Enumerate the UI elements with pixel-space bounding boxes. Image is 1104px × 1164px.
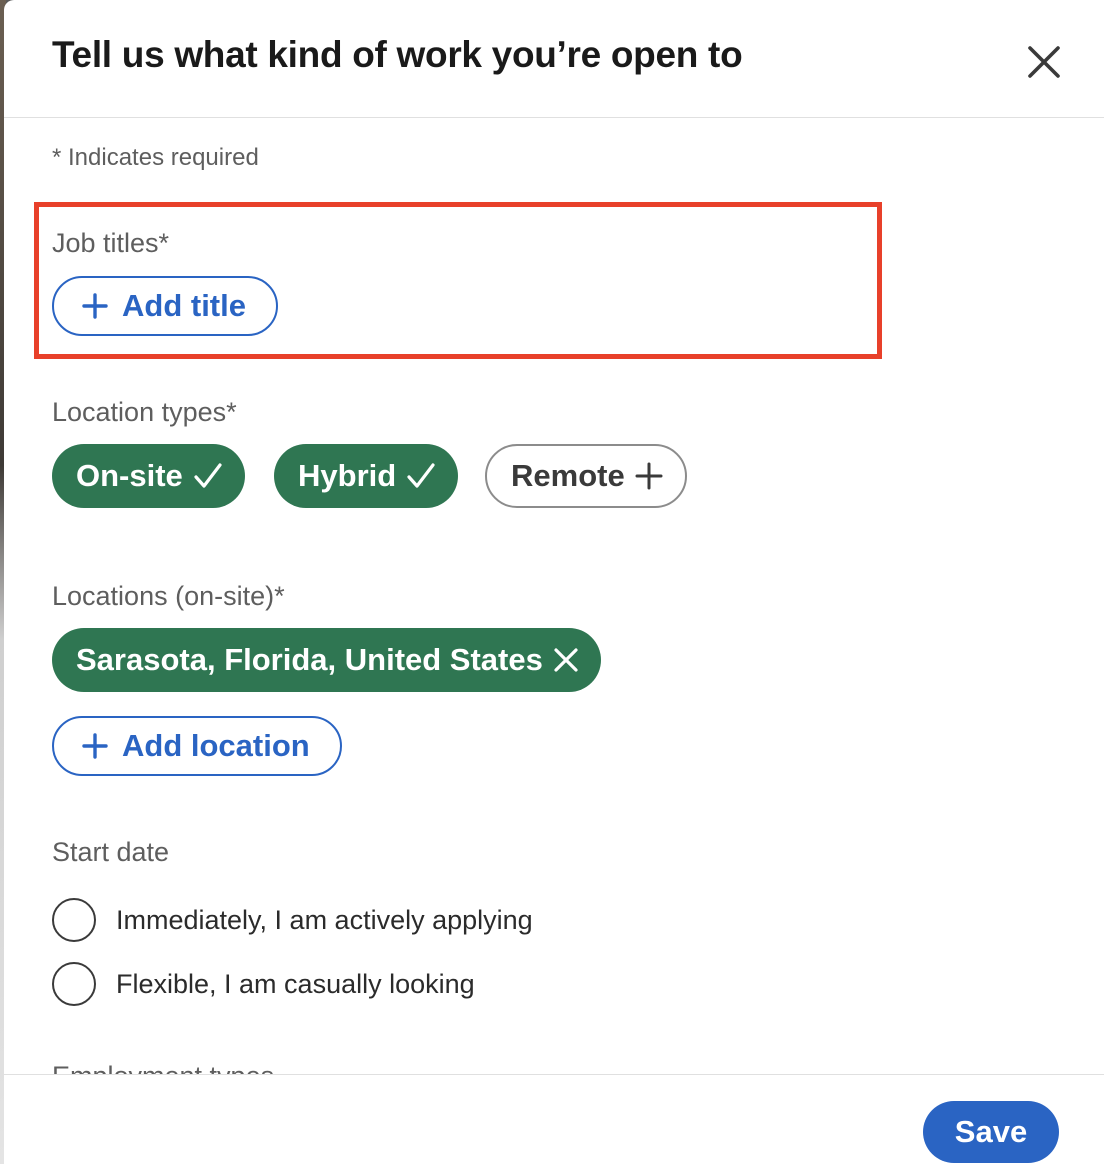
start-date-option-flexible[interactable]: Flexible, I am casually looking — [52, 960, 475, 1008]
start-date-option-immediately-label: Immediately, I am actively applying — [116, 904, 533, 935]
plus-icon — [635, 462, 663, 490]
required-note: * Indicates required — [52, 144, 259, 171]
close-icon — [1028, 46, 1060, 78]
plus-icon — [82, 733, 108, 759]
job-titles-label: Job titles* — [52, 228, 170, 258]
dialog-title: Tell us what kind of work you’re open to — [52, 34, 743, 75]
start-date-option-flexible-label: Flexible, I am casually looking — [116, 968, 475, 999]
location-types-label: Location types* — [52, 397, 237, 427]
start-date-option-immediately[interactable]: Immediately, I am actively applying — [52, 896, 533, 944]
checkmark-icon — [194, 463, 222, 488]
radio-button[interactable] — [52, 962, 96, 1006]
add-title-button[interactable]: Add title — [52, 276, 278, 336]
locations-onsite-label: Locations (on-site)* — [52, 581, 285, 611]
checkmark-icon — [407, 463, 435, 488]
location-type-hybrid-chip[interactable]: Hybrid — [274, 444, 459, 508]
radio-button[interactable] — [52, 898, 96, 942]
remove-icon[interactable] — [553, 647, 579, 673]
add-location-label: Add location — [122, 728, 310, 763]
dialog-footer: Save — [4, 1074, 1104, 1164]
dialog-header: Tell us what kind of work you’re open to — [4, 0, 1104, 118]
dialog-body[interactable]: * Indicates required Job titles* Add tit… — [4, 118, 1104, 1074]
plus-icon — [82, 293, 108, 319]
employment-types-label: Employment types — [52, 1061, 274, 1074]
save-button[interactable]: Save — [923, 1101, 1059, 1163]
location-chip-sarasota-label: Sarasota, Florida, United States — [76, 642, 543, 677]
location-type-onsite-chip[interactable]: On-site — [52, 444, 245, 508]
location-type-onsite-label: On-site — [76, 458, 183, 493]
location-type-remote-label: Remote — [511, 458, 625, 493]
location-chip-sarasota[interactable]: Sarasota, Florida, United States — [52, 628, 601, 692]
location-type-hybrid-label: Hybrid — [298, 458, 397, 493]
start-date-label: Start date — [52, 837, 170, 867]
add-location-button[interactable]: Add location — [52, 716, 342, 776]
open-to-work-dialog: Tell us what kind of work you’re open to… — [4, 0, 1104, 1164]
close-button[interactable] — [1020, 38, 1068, 86]
location-type-remote-chip[interactable]: Remote — [485, 444, 687, 508]
add-title-label: Add title — [122, 288, 246, 323]
